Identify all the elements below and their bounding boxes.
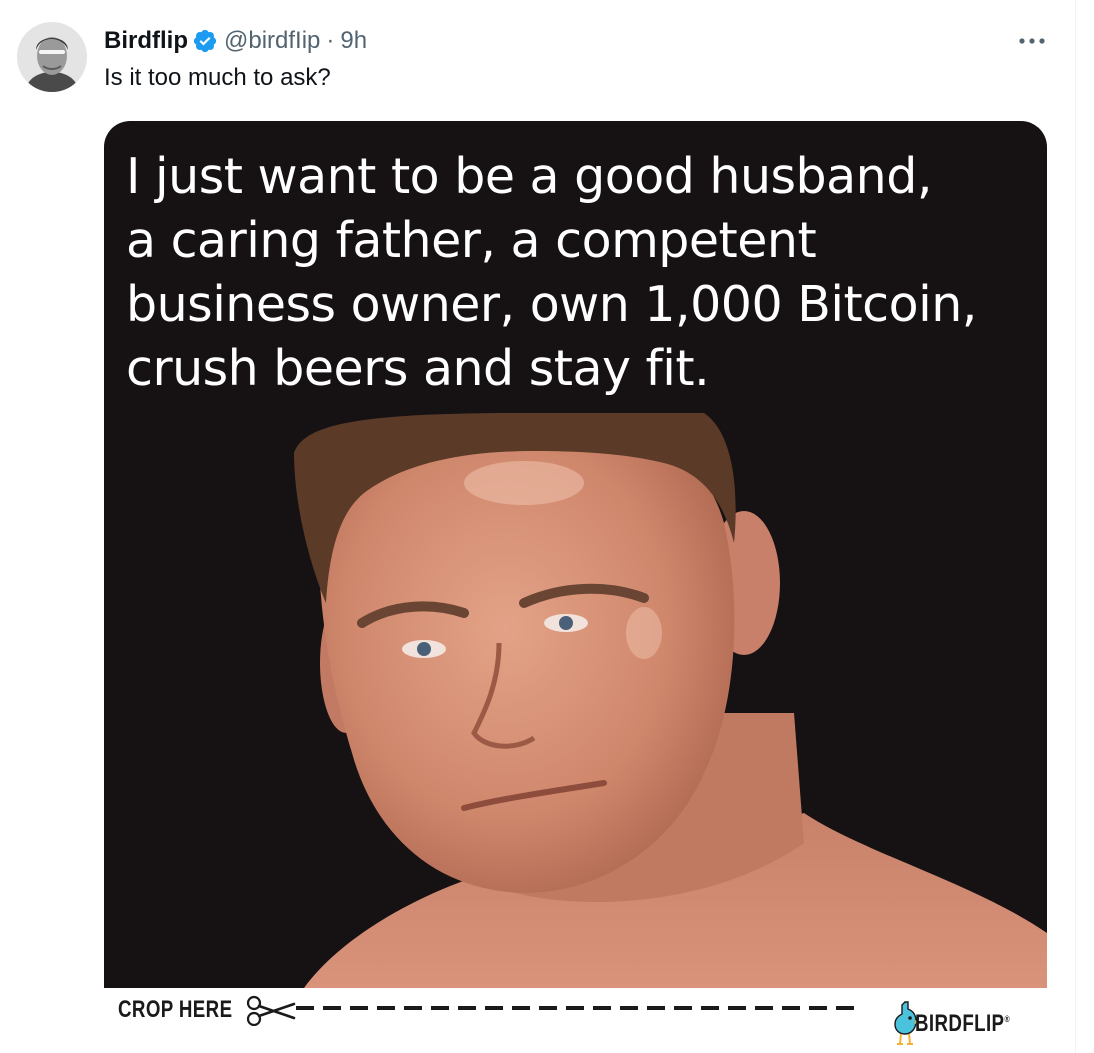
crop-here-label: CROP HERE [118, 996, 233, 1023]
tweet-header: Birdflip @birdfIip · 9h [104, 24, 367, 58]
dashed-cut-line [296, 1006, 861, 1010]
registered-mark: ® [1004, 1014, 1011, 1024]
avatar-portrait-icon [17, 22, 87, 92]
user-handle[interactable]: @birdfIip [224, 27, 320, 55]
meme-caption: I just want to be a good husband, a cari… [126, 145, 1036, 401]
brand-label: BIRDFLIP® [915, 1010, 1010, 1038]
brand-name: BIRDFLIP [915, 1010, 1005, 1037]
meme-footer: CROP HERE BIRDFLIP® [104, 988, 1047, 1053]
caption-line: a caring father, a competent [126, 212, 817, 269]
scissors-icon [246, 995, 296, 1026]
tweet-timestamp[interactable]: 9h [340, 27, 367, 55]
header-separator: · [326, 27, 335, 54]
verified-badge-icon [193, 29, 217, 53]
caption-line: business owner, own 1,000 Bitcoin, [126, 276, 977, 333]
tweet-media[interactable]: I just want to be a good husband, a cari… [104, 121, 1047, 1053]
man-portrait-photo [104, 413, 1047, 988]
display-name[interactable]: Birdflip [104, 27, 188, 55]
more-options-button[interactable] [1014, 26, 1050, 56]
caption-line: I just want to be a good husband, [126, 148, 932, 205]
user-avatar[interactable] [17, 22, 87, 92]
caption-line: crush beers and stay fit. [126, 340, 710, 397]
tweet-text: Is it too much to ask? [104, 64, 331, 91]
column-divider [1075, 0, 1076, 1053]
ellipsis-icon [1019, 38, 1045, 44]
